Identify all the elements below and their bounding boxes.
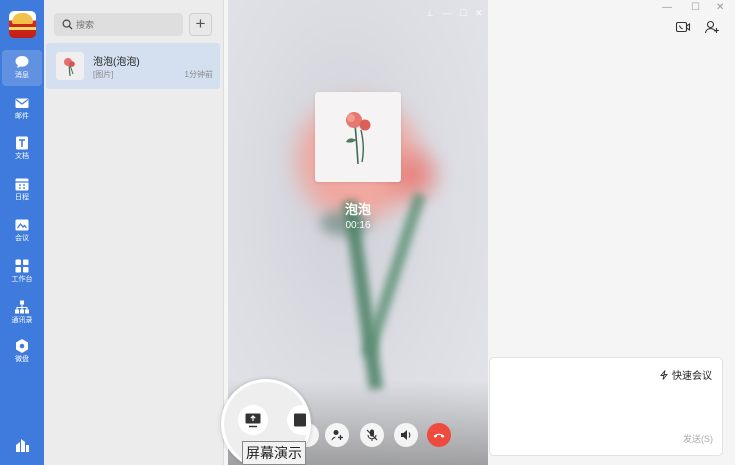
- screen-share-button[interactable]: [238, 405, 268, 435]
- hang-up-button[interactable]: [427, 423, 451, 447]
- add-member-icon[interactable]: [704, 19, 720, 35]
- conversation-item[interactable]: 泡泡(泡泡) [图片] 1分钟前: [46, 43, 220, 89]
- nav-rail: 消息 邮件 文档 日程 会议 工作台 通讯录 微盘: [0, 0, 44, 465]
- speaker-icon: [401, 430, 411, 440]
- nav-item-contacts[interactable]: 通讯录: [2, 295, 42, 331]
- nav-item-workbench[interactable]: 工作台: [2, 254, 42, 290]
- quick-meeting-button[interactable]: 快速会议: [659, 367, 712, 382]
- avatar-cap: [12, 13, 33, 24]
- drive-icon: [16, 339, 28, 353]
- nav-label: 工作台: [11, 276, 33, 283]
- search-box[interactable]: [54, 13, 183, 36]
- window-share-button[interactable]: [287, 405, 308, 435]
- conversation-name: 泡泡(泡泡): [93, 57, 140, 68]
- nav-label: 会议: [15, 235, 29, 242]
- add-person-icon: [331, 430, 343, 441]
- meeting-icon: [15, 219, 29, 231]
- nav-label: 日程: [15, 194, 29, 201]
- nav-item-calendar[interactable]: 日程: [2, 172, 42, 208]
- add-participant-button[interactable]: [325, 423, 349, 447]
- screen-share-icon: [245, 413, 261, 428]
- mail-icon: [15, 98, 29, 108]
- quick-meeting-label: 快速会议: [672, 371, 712, 382]
- close-icon[interactable]: ✕: [716, 2, 724, 13]
- nav-item-messages[interactable]: 消息: [2, 50, 42, 86]
- microphone-off-icon: [366, 429, 378, 441]
- maximize-icon[interactable]: ☐: [691, 2, 700, 13]
- nav-label: 文档: [15, 153, 29, 160]
- search-input[interactable]: [76, 16, 176, 33]
- calendar-icon: [15, 178, 29, 191]
- user-avatar[interactable]: [9, 11, 36, 38]
- workbench-grid-icon: [15, 259, 29, 273]
- call-minimize-icon[interactable]: —: [443, 8, 452, 18]
- video-call-icon[interactable]: [675, 19, 691, 35]
- nav-label: 微盘: [15, 356, 29, 363]
- call-maximize-icon[interactable]: ☐: [459, 8, 467, 19]
- lightning-icon: [660, 370, 669, 380]
- add-button[interactable]: +: [189, 13, 212, 36]
- caller-avatar: [315, 92, 401, 182]
- tooltip: 屏幕演示: [242, 441, 306, 465]
- conversation-list: + 泡泡(泡泡) [图片] 1分钟前: [44, 0, 224, 465]
- contacts-tree-icon: [15, 300, 29, 314]
- nav-item-meeting[interactable]: 会议: [2, 213, 42, 249]
- speaker-button[interactable]: [394, 423, 418, 447]
- conversation-time: 1分钟前: [184, 70, 213, 79]
- message-composer[interactable]: 快速会议 发送(S): [489, 357, 723, 456]
- nav-label: 消息: [15, 72, 29, 79]
- minimize-icon[interactable]: —: [662, 2, 672, 13]
- conversation-preview: [图片]: [93, 70, 114, 79]
- pin-icon[interactable]: ⊥: [426, 8, 434, 19]
- search-icon: [62, 19, 73, 30]
- nav-item-docs[interactable]: 文档: [2, 131, 42, 167]
- mute-button[interactable]: [360, 423, 384, 447]
- call-duration: 00:16: [345, 220, 371, 231]
- window-share-icon: [294, 413, 306, 427]
- bar-chart-icon[interactable]: [14, 437, 30, 453]
- nav-item-mail[interactable]: 邮件: [2, 91, 42, 127]
- nav-item-drive[interactable]: 微盘: [2, 334, 42, 370]
- send-button[interactable]: 发送(S): [683, 432, 713, 445]
- chat-bubble-icon: [15, 56, 29, 68]
- rose-thumbnail-icon: [64, 58, 75, 77]
- document-icon: [16, 136, 28, 150]
- rose-avatar-icon: [346, 112, 371, 165]
- conversation-avatar: [56, 52, 84, 80]
- nav-label: 通讯录: [11, 317, 33, 324]
- avatar-band: [9, 27, 36, 30]
- nav-label: 邮件: [15, 113, 29, 120]
- call-close-icon[interactable]: ✕: [475, 8, 483, 19]
- hang-up-icon: [433, 433, 445, 438]
- caller-name: 泡泡: [344, 202, 371, 217]
